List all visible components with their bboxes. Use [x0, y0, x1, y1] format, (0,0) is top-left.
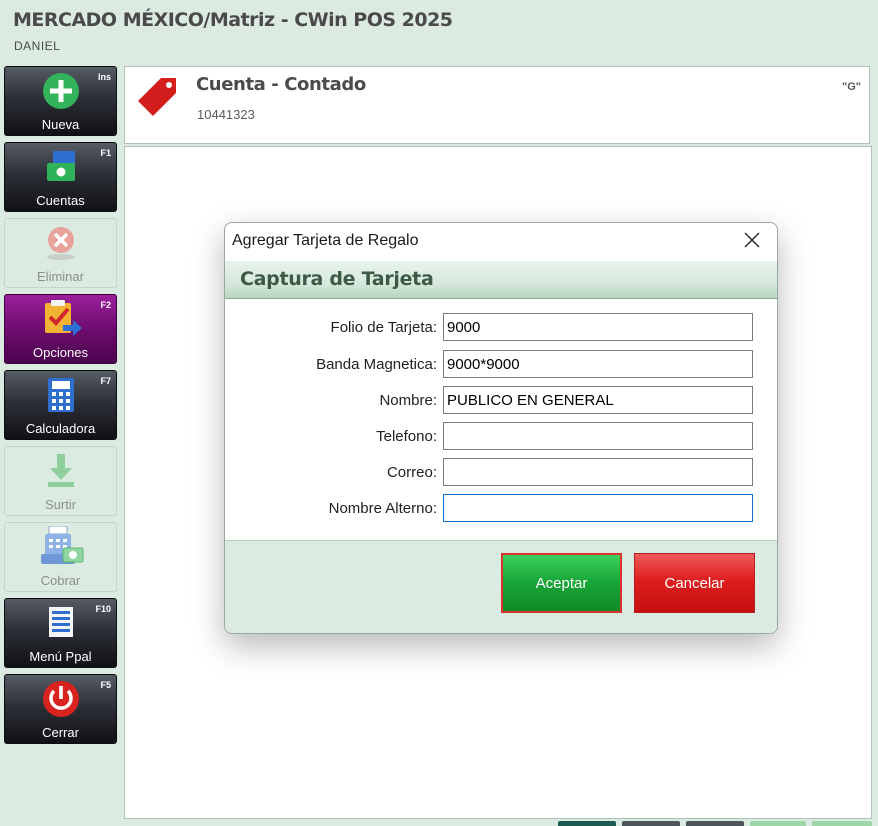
telefono-label: Telefono:	[376, 428, 437, 445]
dialog-footer: Aceptar Cancelar	[225, 540, 777, 633]
plus-circle-icon	[5, 73, 116, 109]
calculadora-button[interactable]: F7 Calculadora	[4, 370, 117, 440]
calculator-icon	[5, 377, 116, 413]
dialog-header-label: Captura de Tarjeta	[240, 268, 434, 290]
eliminar-label: Eliminar	[37, 269, 84, 284]
cash-register-icon	[5, 526, 116, 565]
bottom-tab[interactable]	[558, 821, 616, 826]
eliminar-button[interactable]: Eliminar	[4, 218, 117, 288]
folio-label: Folio de Tarjeta:	[330, 319, 437, 336]
accept-button[interactable]: Aceptar	[501, 553, 622, 613]
money-card-icon	[5, 149, 116, 185]
surtir-button[interactable]: Surtir	[4, 446, 117, 516]
banda-input[interactable]	[443, 350, 753, 378]
nombre-input[interactable]	[443, 386, 753, 414]
folio-input[interactable]	[443, 313, 753, 341]
cancel-button[interactable]: Cancelar	[634, 553, 755, 613]
nombre-alterno-input[interactable]	[443, 494, 753, 522]
sidebar: Ins Nueva F1 Cuentas Eliminar F2 Opcione…	[4, 66, 117, 750]
bottom-tab[interactable]	[812, 821, 872, 826]
menu-ppal-button[interactable]: F10 Menú Ppal	[4, 598, 117, 668]
menu-ppal-label: Menú Ppal	[29, 649, 92, 664]
user-name: DANIEL	[14, 39, 61, 53]
surtir-label: Surtir	[44, 497, 77, 512]
close-icon	[744, 232, 760, 253]
folio-row: Folio de Tarjeta:	[225, 313, 777, 341]
bottom-tab[interactable]	[686, 821, 744, 826]
account-number: 10441323	[197, 107, 255, 122]
correo-row: Correo:	[225, 458, 777, 486]
calculadora-label: Calculadora	[25, 421, 96, 436]
close-button[interactable]	[737, 228, 767, 256]
cerrar-label: Cerrar	[42, 725, 79, 740]
menu-document-icon	[5, 605, 116, 641]
dialog-title: Agregar Tarjeta de Regalo	[232, 232, 419, 249]
cuentas-button[interactable]: F1 Cuentas	[4, 142, 117, 212]
nueva-button[interactable]: Ins Nueva	[4, 66, 117, 136]
cobrar-button[interactable]: Cobrar	[4, 522, 117, 592]
telefono-input[interactable]	[443, 422, 753, 450]
opciones-button[interactable]: F2 Opciones	[4, 294, 117, 364]
cerrar-button[interactable]: F5 Cerrar	[4, 674, 117, 744]
banda-row: Banda Magnetica:	[225, 350, 777, 378]
gift-card-dialog: Agregar Tarjeta de Regalo Captura de Tar…	[224, 222, 778, 634]
delete-circle-icon	[5, 225, 116, 261]
telefono-row: Telefono:	[225, 422, 777, 450]
bottom-tab[interactable]	[750, 821, 806, 826]
app-title: MERCADO MÉXICO/Matriz - CWin POS 2025	[13, 9, 453, 31]
account-header: Cuenta - Contado 10441323 "G"	[124, 66, 870, 144]
nombre-label: Nombre:	[379, 392, 437, 409]
correo-label: Correo:	[386, 464, 437, 481]
nombre-alterno-row: Nombre Alterno:	[225, 494, 777, 522]
bottom-tab[interactable]	[622, 821, 680, 826]
account-code: "G"	[842, 81, 861, 93]
options-checklist-icon	[5, 300, 116, 337]
nombre-row: Nombre:	[225, 386, 777, 414]
download-arrow-icon	[5, 453, 116, 489]
dialog-header: Captura de Tarjeta	[225, 261, 777, 299]
correo-input[interactable]	[443, 458, 753, 486]
nueva-label: Nueva	[41, 117, 80, 132]
opciones-label: Opciones	[33, 345, 88, 360]
cuentas-label: Cuentas	[36, 193, 85, 208]
banda-label: Banda Magnetica:	[316, 356, 437, 373]
account-title: Cuenta - Contado	[196, 74, 366, 95]
nombre-alterno-label: Nombre Alterno:	[328, 500, 437, 517]
cobrar-label: Cobrar	[40, 573, 81, 588]
price-tag-icon	[135, 75, 181, 126]
power-icon	[5, 681, 116, 717]
